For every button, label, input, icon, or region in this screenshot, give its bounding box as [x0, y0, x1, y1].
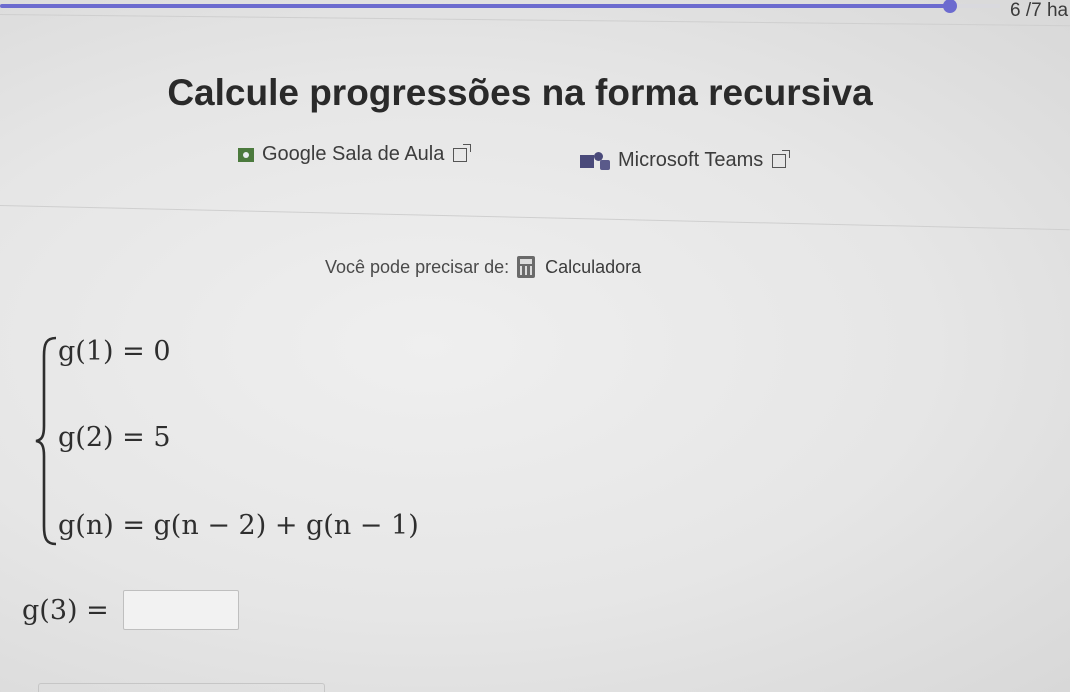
divider: [0, 14, 1070, 27]
microsoft-teams-label: Microsoft Teams: [618, 149, 764, 171]
calculator-link[interactable]: Calculadora: [545, 257, 641, 278]
calculator-icon: [517, 256, 536, 278]
share-row: Google Sala de Aula Microsoft Teams: [0, 143, 1070, 173]
equation-2: g(2) = 5: [58, 422, 171, 453]
progress-bar: [0, 0, 1000, 13]
external-link-icon: [453, 143, 472, 162]
external-link-icon: [772, 149, 791, 168]
answer-row: g(3) =: [22, 590, 239, 630]
equation-1: g(1) = 0: [58, 336, 171, 367]
progress-handle: [943, 0, 957, 13]
google-classroom-link[interactable]: Google Sala de Aula: [238, 143, 472, 166]
question-label: g(3) =: [22, 594, 109, 626]
microsoft-teams-link[interactable]: Microsoft Teams: [580, 149, 791, 172]
page-title: Calcule progressões na forma recursiva: [167, 72, 873, 113]
tools-row: Você pode precisar de: Calculadora: [325, 256, 641, 278]
question-counter: 6 /7 ha: [1010, 0, 1069, 21]
google-classroom-label: Google Sala de Aula: [262, 143, 445, 165]
tools-prefix: Você pode precisar de:: [325, 256, 510, 277]
equation-system: g(1) = 0 g(2) = 5 g(n) = g(n − 2) + g(n …: [34, 334, 494, 564]
teams-icon: [580, 151, 610, 170]
progress-fill: [0, 4, 950, 8]
answer-input[interactable]: [122, 590, 239, 630]
equation-3: g(n) = g(n − 2) + g(n − 1): [58, 510, 419, 541]
left-brace-icon: [35, 336, 57, 546]
google-classroom-icon: [238, 147, 254, 162]
divider: [0, 205, 1070, 231]
